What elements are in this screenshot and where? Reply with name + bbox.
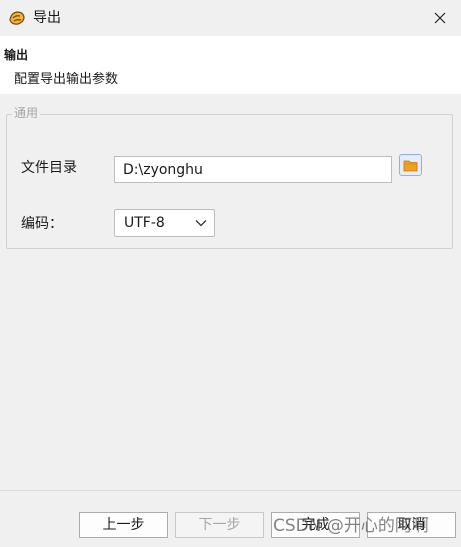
close-button[interactable] bbox=[427, 6, 453, 30]
cancel-button[interactable]: 取消 bbox=[367, 512, 456, 538]
close-icon bbox=[434, 12, 446, 24]
footer-divider bbox=[0, 490, 461, 491]
folder-icon bbox=[403, 160, 418, 171]
encoding-select[interactable]: UTF-8 bbox=[114, 209, 215, 237]
directory-label: 文件目录 bbox=[21, 160, 77, 176]
browse-folder-button[interactable] bbox=[399, 154, 422, 176]
chevron-down-icon bbox=[195, 220, 207, 227]
encoding-label: 编码： bbox=[21, 216, 63, 232]
back-button[interactable]: 上一步 bbox=[79, 512, 168, 538]
wizard-header: 输出 配置导出输出参数 bbox=[0, 36, 461, 94]
window-title: 导出 bbox=[33, 10, 61, 26]
title-bar: 导出 bbox=[0, 0, 461, 36]
next-button[interactable]: 下一步 bbox=[175, 512, 264, 538]
directory-input[interactable] bbox=[114, 156, 392, 183]
page-description: 配置导出输出参数 bbox=[14, 72, 119, 87]
encoding-selected-value: UTF-8 bbox=[124, 215, 165, 231]
general-group-legend: 通用 bbox=[12, 106, 41, 120]
app-logo-icon bbox=[9, 11, 25, 25]
finish-button[interactable]: 完成 bbox=[271, 512, 360, 538]
page-title: 输出 bbox=[4, 48, 29, 62]
